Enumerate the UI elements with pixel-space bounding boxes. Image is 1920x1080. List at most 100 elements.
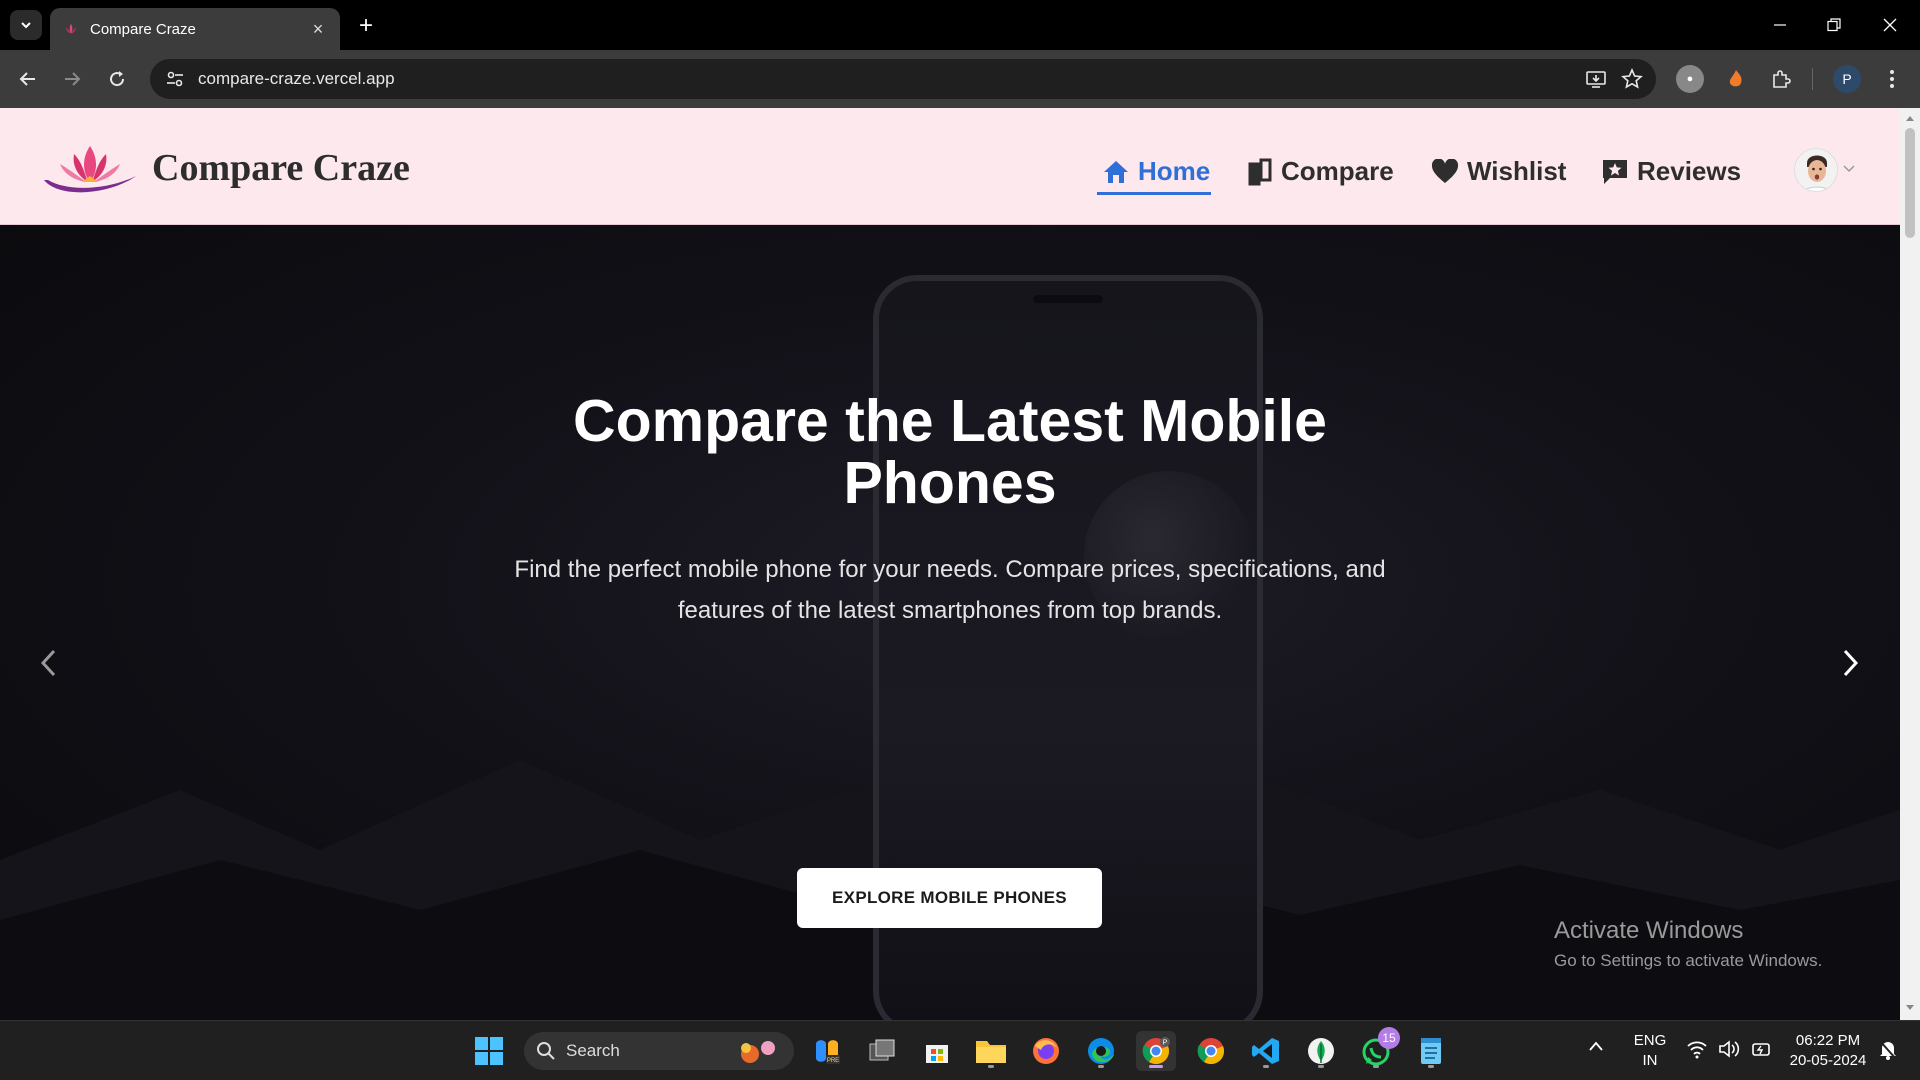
- taskbar-search-box[interactable]: Search: [524, 1032, 794, 1070]
- running-indicator: [1318, 1065, 1324, 1068]
- region-code: IN: [1642, 1052, 1658, 1069]
- profile-initial: P: [1842, 71, 1852, 87]
- windows-logo-icon: [475, 1037, 503, 1065]
- lotus-logo-icon: [44, 146, 136, 193]
- taskbar-vscode[interactable]: [1246, 1031, 1286, 1071]
- browser-toolbar: compare-craze.vercel.app ● P: [0, 50, 1920, 108]
- close-tab-icon[interactable]: ×: [308, 19, 328, 39]
- carousel-prev-button[interactable]: [33, 643, 63, 683]
- taskbar-search-placeholder: Search: [566, 1041, 620, 1060]
- chrome-icon: [1197, 1038, 1225, 1065]
- scrollbar-thumb[interactable]: [1905, 128, 1915, 238]
- language-indicator[interactable]: ENG IN: [1630, 1031, 1670, 1071]
- taskbar-firefox[interactable]: [1026, 1031, 1066, 1071]
- svg-text:P: P: [1163, 1040, 1168, 1047]
- back-button[interactable]: [12, 63, 44, 95]
- taskbar-chrome[interactable]: [1191, 1031, 1231, 1071]
- user-avatar[interactable]: [1794, 148, 1838, 192]
- start-button[interactable]: [469, 1031, 509, 1071]
- notification-bell-icon: [1879, 1040, 1897, 1060]
- minimize-button[interactable]: [1752, 0, 1808, 50]
- nav-home[interactable]: Home: [1102, 156, 1210, 187]
- notifications-button[interactable]: [1878, 1039, 1898, 1066]
- extensions-puzzle-icon[interactable]: [1767, 65, 1795, 93]
- volume-icon: [1719, 1040, 1740, 1058]
- activate-windows-subtitle: Go to Settings to activate Windows.: [1554, 951, 1823, 970]
- install-app-icon[interactable]: [1578, 61, 1614, 97]
- page-viewport: Compare Craze Home Compare Wishlist Revi…: [0, 108, 1920, 1020]
- reload-icon: [110, 71, 125, 87]
- site-info-icon[interactable]: [164, 68, 186, 90]
- taskbar-notepad[interactable]: [1411, 1031, 1451, 1071]
- arrow-right-icon: [65, 72, 81, 86]
- browser-tab[interactable]: Compare Craze ×: [50, 8, 340, 50]
- taskbar-chrome-profile[interactable]: P: [1136, 1031, 1176, 1071]
- search-icon: [537, 1042, 555, 1060]
- profile-avatar[interactable]: P: [1833, 65, 1861, 93]
- url-text[interactable]: compare-craze.vercel.app: [198, 69, 1578, 89]
- nav-wishlist[interactable]: Wishlist: [1431, 156, 1566, 187]
- taskbar-copilot[interactable]: PRE: [807, 1031, 847, 1071]
- reload-button[interactable]: [101, 63, 133, 95]
- battery-charging-icon: [1752, 1043, 1770, 1056]
- wifi-icon: [1687, 1041, 1707, 1059]
- close-icon: [1883, 18, 1897, 32]
- scroll-down-icon[interactable]: [1905, 1004, 1915, 1012]
- hero-title: Compare the Latest Mobile Phones: [572, 388, 1327, 516]
- restore-button[interactable]: [1806, 0, 1862, 50]
- new-tab-button[interactable]: +: [352, 12, 380, 40]
- browser-menu-button[interactable]: [1876, 63, 1908, 95]
- nav-wishlist-label: Wishlist: [1467, 156, 1567, 186]
- chevron-down-icon[interactable]: [1843, 162, 1855, 176]
- hero-subtitle: Find the perfect mobile phone for your n…: [514, 556, 1386, 624]
- tab-search-button[interactable]: [10, 10, 42, 40]
- page-scrollbar[interactable]: [1900, 108, 1920, 1020]
- extension-grammar-icon[interactable]: ●: [1676, 65, 1704, 93]
- activate-windows-title: Activate Windows: [1554, 917, 1744, 944]
- task-view-icon: [869, 1039, 895, 1061]
- restore-icon: [1827, 18, 1841, 32]
- chevron-down-icon: [21, 22, 31, 29]
- bookmark-star-icon[interactable]: [1614, 61, 1650, 97]
- nav-home-label: Home: [1138, 156, 1211, 186]
- show-hidden-icons-button[interactable]: [1588, 1039, 1604, 1057]
- forward-button[interactable]: [56, 63, 88, 95]
- taskbar-whatsapp[interactable]: 15: [1356, 1027, 1400, 1071]
- firefox-icon: [1033, 1038, 1059, 1064]
- taskbar-mongodb-compass[interactable]: [1301, 1031, 1341, 1071]
- vscode-icon: [1252, 1038, 1279, 1064]
- svg-text:PRE: PRE: [827, 1058, 839, 1064]
- clock[interactable]: 06:22 PM 20-05-2024: [1780, 1031, 1876, 1071]
- taskbar-task-view[interactable]: [862, 1031, 902, 1071]
- windows-taskbar: Search PRE P 15 ENG IN 06:22 PM 20-05-20…: [0, 1020, 1920, 1080]
- taskbar-file-explorer[interactable]: [971, 1031, 1011, 1071]
- notification-badge: 15: [1378, 1027, 1400, 1049]
- taskbar-store[interactable]: [917, 1031, 957, 1071]
- running-indicator: [1098, 1065, 1104, 1068]
- reviews-icon: [1603, 159, 1627, 184]
- edge-icon: [1088, 1038, 1114, 1064]
- copilot-icon: PRE: [816, 1040, 840, 1064]
- nav-compare[interactable]: Compare: [1247, 156, 1394, 187]
- nav-reviews[interactable]: Reviews: [1601, 156, 1741, 187]
- address-bar[interactable]: compare-craze.vercel.app: [150, 59, 1656, 99]
- extension-fire-icon[interactable]: [1722, 65, 1750, 93]
- running-indicator: [1428, 1065, 1434, 1068]
- search-highlight-flower-icon: [741, 1041, 775, 1063]
- compare-icon: [1248, 158, 1272, 185]
- scroll-up-icon[interactable]: [1905, 114, 1915, 122]
- running-indicator: [1373, 1065, 1379, 1068]
- taskbar-edge[interactable]: [1081, 1031, 1121, 1071]
- activate-windows-watermark: Activate Windows Go to Settings to activ…: [1554, 917, 1822, 971]
- folder-icon: [976, 1041, 1006, 1063]
- nav-reviews-label: Reviews: [1637, 156, 1742, 186]
- explore-mobile-phones-button[interactable]: EXPLORE MOBILE PHONES: [797, 868, 1102, 928]
- system-status-icons[interactable]: [1686, 1039, 1772, 1059]
- brand-name: Compare Craze: [152, 147, 410, 189]
- carousel-next-button[interactable]: [1836, 643, 1866, 683]
- close-window-button[interactable]: [1862, 0, 1918, 50]
- language-code: ENG: [1633, 1032, 1667, 1049]
- chevron-left-icon: [40, 649, 56, 677]
- site-logo[interactable]: Compare Craze: [38, 140, 410, 196]
- running-indicator: [1263, 1065, 1269, 1068]
